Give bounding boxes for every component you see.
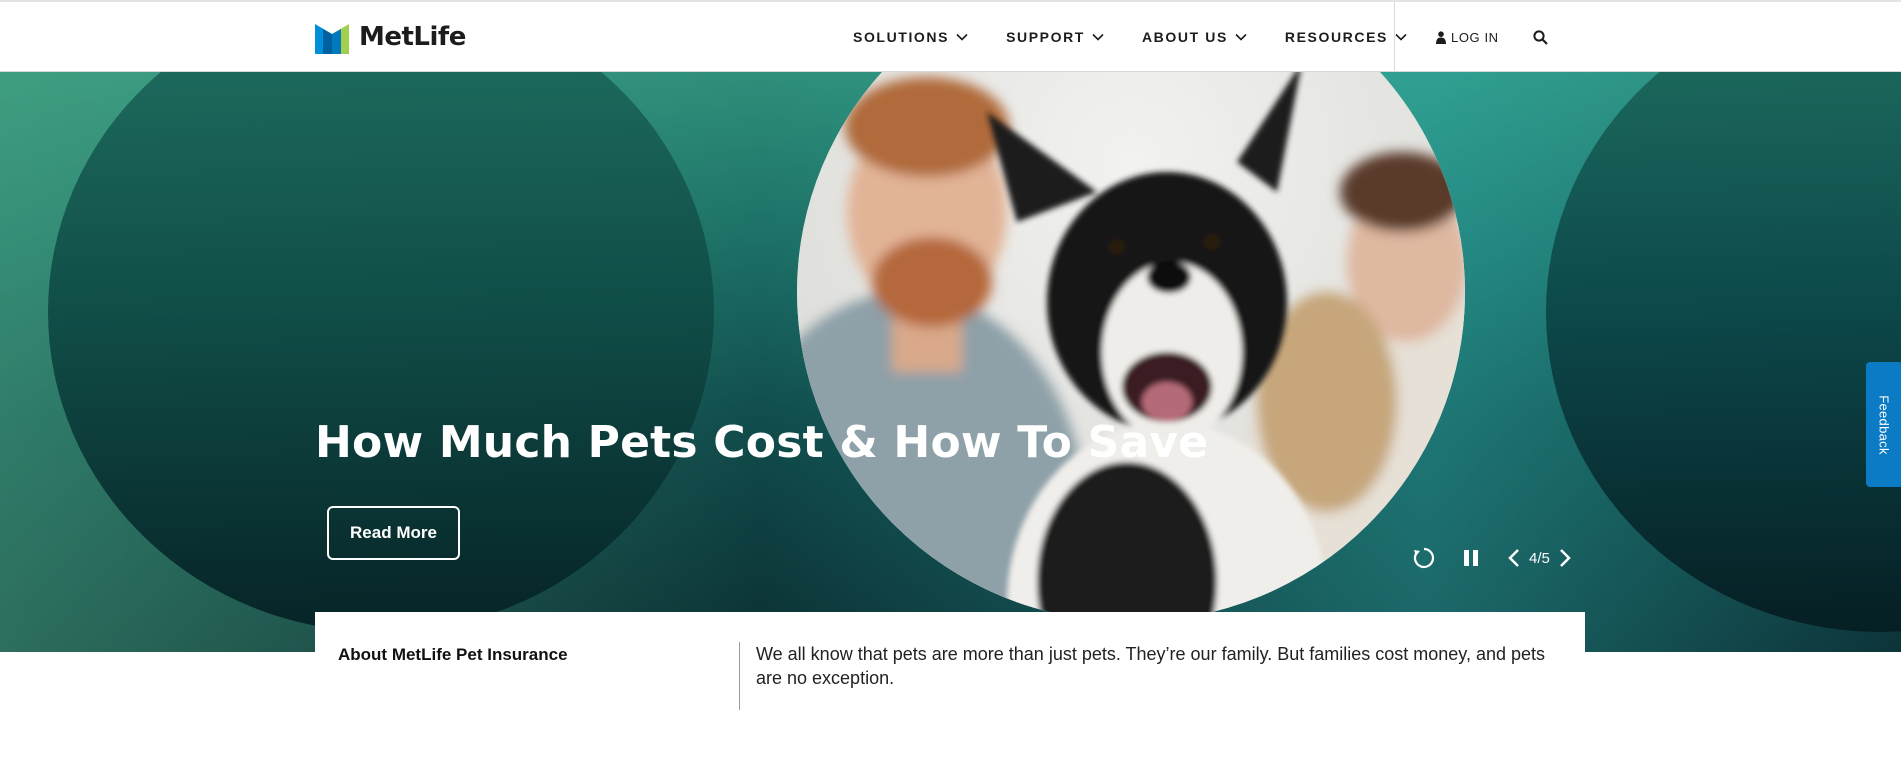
metlife-logo[interactable]: MetLife (315, 20, 466, 54)
nav-about-us[interactable]: ABOUT US (1142, 29, 1247, 45)
section-divider (739, 642, 740, 710)
feedback-tab[interactable]: Feedback (1866, 362, 1901, 487)
site-header: MetLife SOLUTIONS SUPPORT ABOUT US RESOU… (0, 0, 1901, 72)
user-icon (1436, 31, 1446, 44)
hero-carousel: How Much Pets Cost & How To Save Read Mo… (0, 72, 1901, 652)
carousel-controls: 4/5 (1413, 547, 1572, 569)
nav-label: ABOUT US (1141, 29, 1228, 45)
nav-label: RESOURCES (1284, 29, 1388, 45)
chevron-down-icon (1395, 33, 1407, 41)
read-more-button[interactable]: Read More (327, 506, 460, 560)
chevron-right-icon (1559, 549, 1571, 567)
nav-solutions[interactable]: SOLUTIONS (853, 29, 968, 45)
about-heading: About MetLife Pet Insurance (338, 645, 568, 664)
feedback-label: Feedback (1876, 394, 1891, 455)
slide-counter: 4/5 (1529, 549, 1550, 567)
about-text: We all know that pets are more than just… (756, 644, 1546, 688)
chevron-down-icon (1235, 33, 1247, 41)
about-section: About MetLife Pet Insurance We all know … (315, 612, 1585, 771)
nav-label: SUPPORT (1006, 29, 1085, 45)
replay-button[interactable] (1413, 547, 1435, 569)
chevron-down-icon (1092, 33, 1104, 41)
hero-title: How Much Pets Cost & How To Save (315, 417, 1209, 468)
pause-button[interactable] (1463, 549, 1479, 567)
search-button[interactable] (1533, 30, 1548, 50)
chevron-down-icon (956, 33, 968, 41)
metlife-logo-mark-icon (315, 24, 349, 54)
main-nav: SOLUTIONS SUPPORT ABOUT US RESOURCES (853, 2, 1407, 72)
brand-name: MetLife (359, 22, 466, 52)
login-label: LOG IN (1451, 30, 1499, 45)
nav-label: SOLUTIONS (853, 29, 950, 45)
nav-support[interactable]: SUPPORT (1006, 29, 1104, 45)
search-icon (1533, 30, 1548, 45)
pause-icon (1464, 550, 1478, 566)
nav-divider (1394, 2, 1395, 72)
next-slide-button[interactable] (1558, 548, 1572, 568)
nav-resources[interactable]: RESOURCES (1285, 29, 1407, 45)
chevron-left-icon (1508, 549, 1519, 567)
previous-slide-button[interactable] (1507, 548, 1521, 568)
login-link[interactable]: LOG IN (1436, 30, 1499, 45)
replay-icon (1413, 547, 1435, 569)
